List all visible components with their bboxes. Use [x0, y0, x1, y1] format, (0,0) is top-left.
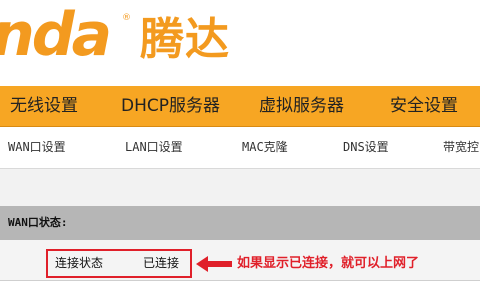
sub-nav-lan-settings[interactable]: LAN口设置 — [125, 127, 183, 168]
main-nav-security-settings[interactable]: 安全设置 — [390, 86, 458, 126]
wan-status-title: WAN口状态: — [8, 216, 68, 229]
footer — [0, 281, 480, 300]
sub-nav-wan-settings[interactable]: WAN口设置 — [8, 127, 66, 168]
sub-nav-bandwidth-control[interactable]: 带宽控 — [443, 127, 479, 168]
main-nav-virtual-server[interactable]: 虚拟服务器 — [259, 86, 344, 126]
main-nav-dhcp-server[interactable]: DHCP服务器 — [121, 86, 220, 126]
annotation-text: 如果显示已连接，就可以上网了 — [237, 256, 420, 271]
registered-mark: ® — [122, 13, 131, 23]
main-nav-wireless-settings[interactable]: 无线设置 — [10, 86, 78, 126]
sub-nav-dns-settings[interactable]: DNS设置 — [343, 127, 389, 168]
spacer-band — [0, 169, 480, 206]
header: nda ® 腾达 — [0, 0, 480, 86]
brand-logo-text: nda — [0, 0, 112, 70]
wan-status-section: WAN口状态: — [0, 206, 480, 240]
brand-chinese-name: 腾达 — [140, 14, 230, 65]
highlight-box — [46, 249, 192, 278]
left-arrow-icon — [196, 256, 232, 272]
sub-nav: WAN口设置 LAN口设置 MAC克隆 DNS设置 带宽控 — [0, 127, 480, 169]
sub-nav-mac-clone[interactable]: MAC克隆 — [242, 127, 288, 168]
main-nav: 无线设置 DHCP服务器 虚拟服务器 安全设置 — [0, 86, 480, 127]
